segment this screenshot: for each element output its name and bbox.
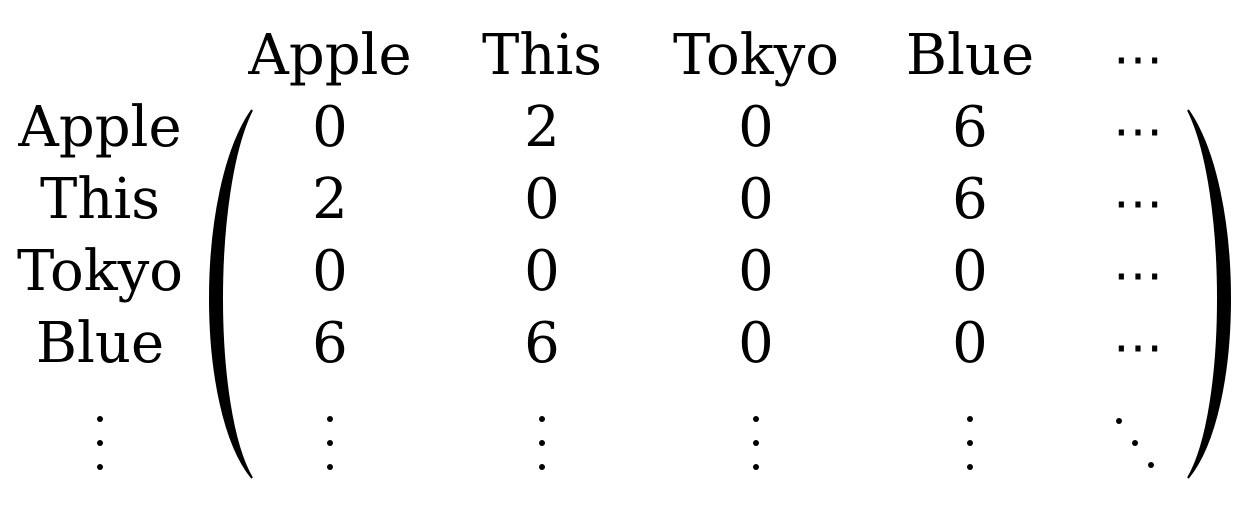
matrix-cell: 0 — [312, 239, 348, 304]
matrix-cell: 0 — [952, 239, 988, 304]
column-vertical-dots — [752, 408, 760, 478]
column-vertical-dots — [966, 408, 974, 478]
matrix-cell: 0 — [738, 167, 774, 232]
matrix-cell: 6 — [952, 167, 988, 232]
diagonal-dots — [1110, 408, 1170, 478]
row-continuation: ⋯ — [1113, 318, 1167, 376]
matrix-cell: 0 — [952, 311, 988, 376]
matrix-cell: 2 — [312, 167, 348, 232]
matrix-cell: 6 — [312, 311, 348, 376]
matrix-cell: 2 — [524, 95, 560, 160]
row-continuation: ⋯ — [1113, 246, 1167, 304]
matrix-cell: 0 — [738, 95, 774, 160]
matrix-cell: 0 — [738, 311, 774, 376]
matrix-parentheses — [209, 109, 1231, 479]
co-occurrence-matrix: Apple This Tokyo Blue ⋯ Apple This Tokyo… — [0, 0, 1245, 515]
column-vertical-dots — [538, 408, 546, 478]
left-parenthesis — [209, 109, 253, 479]
matrix-cell: 6 — [952, 95, 988, 160]
row-continuation: ⋯ — [1113, 102, 1167, 160]
matrix-cell: 6 — [524, 311, 560, 376]
matrix-cell: 0 — [524, 167, 560, 232]
matrix-cell: 0 — [738, 239, 774, 304]
row-continuation: ⋯ — [1113, 174, 1167, 232]
right-parenthesis — [1187, 109, 1231, 479]
matrix-cell: 0 — [312, 95, 348, 160]
matrix-cell: 0 — [524, 239, 560, 304]
column-vertical-dots — [326, 408, 334, 478]
